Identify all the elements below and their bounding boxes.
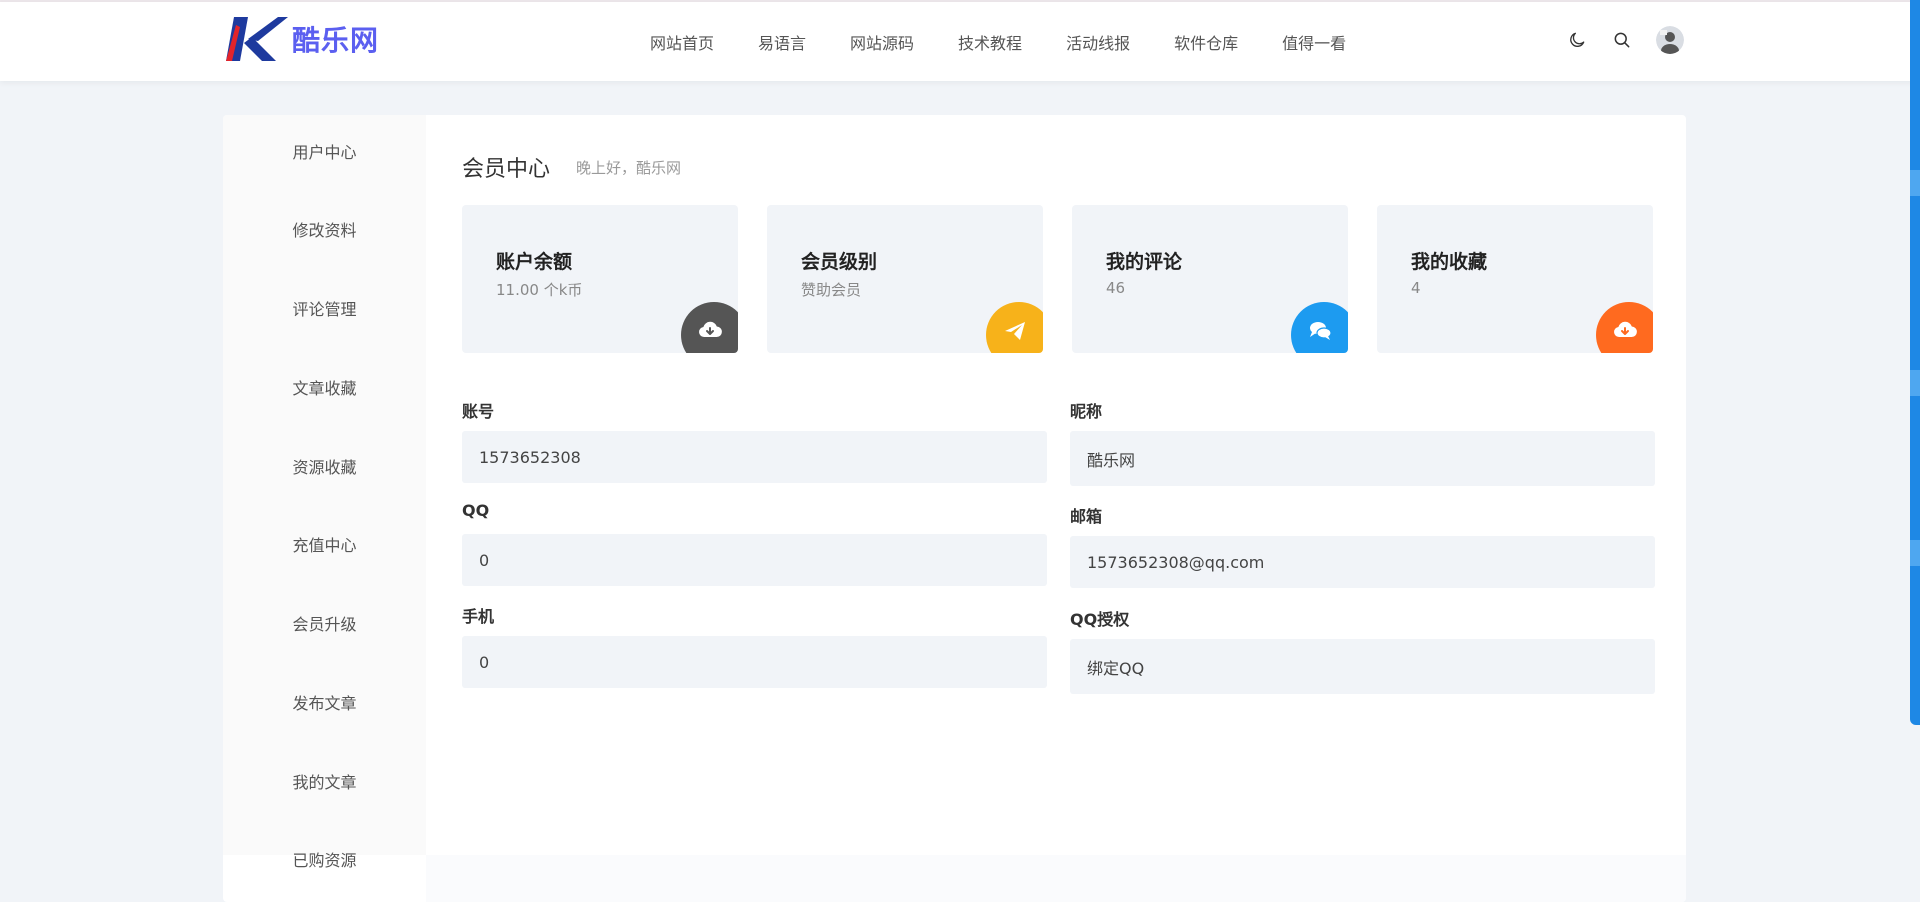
nav-item-worth-seeing[interactable]: 值得一看 [1282, 30, 1346, 54]
cloud-download-icon [699, 321, 722, 338]
sidebar-item-resource-favorites[interactable]: 资源收藏 [223, 457, 426, 479]
sidebar-item-my-articles[interactable]: 我的文章 [223, 772, 426, 794]
nav-item-deals[interactable]: 活动线报 [1066, 30, 1130, 54]
moon-icon [1570, 32, 1585, 47]
sidebar-item-user-center[interactable]: 用户中心 [223, 142, 426, 164]
favorites-card[interactable]: 我的收藏 4 [1377, 205, 1653, 353]
qq-auth-input[interactable] [1070, 639, 1655, 694]
card-value: 46 [1106, 279, 1126, 297]
card-icon-bubble [1291, 302, 1348, 353]
scrollbar-thumb[interactable] [1910, 0, 1920, 725]
card-title: 账户余额 [496, 251, 573, 273]
site-logo[interactable]: 酷乐网 [226, 15, 379, 63]
user-avatar[interactable] [1656, 26, 1684, 54]
site-header: 酷乐网 网站首页 易语言 网站源码 技术教程 活动线报 软件仓库 值得一看 [0, 2, 1920, 81]
qq-label: QQ [462, 501, 490, 520]
logo-k-icon [226, 17, 288, 61]
phone-input[interactable] [462, 636, 1047, 688]
nickname-label: 昵称 [1070, 402, 1103, 421]
card-value: 赞助会员 [801, 281, 862, 299]
card-value: 11.00 个k币 [496, 281, 583, 299]
logo-text: 酷乐网 [292, 24, 380, 57]
card-icon-bubble [681, 302, 738, 353]
nav-item-e-language[interactable]: 易语言 [758, 30, 806, 54]
panel-footer-band [426, 855, 1686, 902]
level-card[interactable]: 会员级别 赞助会员 [767, 205, 1043, 353]
main-content: 会员中心 晚上好，酷乐网 账户余额 11.00 个k币 会员级别 赞助会员 我的… [426, 115, 1686, 855]
balance-card[interactable]: 账户余额 11.00 个k币 [462, 205, 738, 353]
sidebar-item-recharge[interactable]: 充值中心 [223, 535, 426, 557]
main-nav: 网站首页 易语言 网站源码 技术教程 活动线报 软件仓库 值得一看 [650, 2, 1390, 81]
cloud-download-icon [1614, 321, 1637, 338]
search-button[interactable] [1611, 29, 1633, 51]
phone-label: 手机 [462, 607, 495, 626]
comments-card[interactable]: 我的评论 46 [1072, 205, 1348, 353]
chat-bubbles-icon [1310, 322, 1332, 340]
nickname-input[interactable] [1070, 431, 1655, 486]
card-value: 4 [1411, 279, 1421, 297]
scrollbar-mark [1910, 540, 1920, 566]
card-icon-bubble [1596, 302, 1653, 353]
nav-item-tutorials[interactable]: 技术教程 [958, 30, 1022, 54]
qq-input[interactable] [462, 534, 1047, 586]
greeting-text: 晚上好，酷乐网 [576, 159, 682, 177]
scrollbar-mark [1910, 370, 1920, 396]
sidebar-item-purchased[interactable]: 已购资源 [223, 850, 426, 872]
qq-auth-label: QQ授权 [1070, 610, 1130, 629]
search-icon [1614, 32, 1630, 48]
scrollbar-mark [1910, 170, 1920, 196]
email-input[interactable] [1070, 536, 1655, 588]
header-actions [1566, 26, 1684, 54]
account-input[interactable] [462, 431, 1047, 483]
dark-mode-toggle[interactable] [1566, 29, 1588, 51]
sidebar-item-comments[interactable]: 评论管理 [223, 299, 426, 321]
sidebar-item-upgrade[interactable]: 会员升级 [223, 614, 426, 636]
sidebar-item-publish[interactable]: 发布文章 [223, 693, 426, 715]
nav-item-source[interactable]: 网站源码 [850, 30, 914, 54]
email-label: 邮箱 [1070, 507, 1103, 526]
user-center-panel: 用户中心 修改资料 评论管理 文章收藏 资源收藏 充值中心 会员升级 发布文章 … [223, 115, 1686, 902]
page-title: 会员中心 [462, 157, 551, 182]
user-sidebar: 用户中心 修改资料 评论管理 文章收藏 资源收藏 充值中心 会员升级 发布文章 … [223, 115, 426, 855]
account-label: 账号 [462, 402, 495, 421]
card-title: 会员级别 [801, 251, 878, 273]
nav-item-software[interactable]: 软件仓库 [1174, 30, 1238, 54]
sidebar-item-article-favorites[interactable]: 文章收藏 [223, 378, 426, 400]
card-icon-bubble [986, 302, 1043, 353]
card-title: 我的评论 [1106, 251, 1183, 273]
card-title: 我的收藏 [1411, 251, 1488, 273]
paper-plane-icon [1005, 322, 1025, 340]
sidebar-item-edit-profile[interactable]: 修改资料 [223, 220, 426, 242]
nav-item-home[interactable]: 网站首页 [650, 30, 714, 54]
